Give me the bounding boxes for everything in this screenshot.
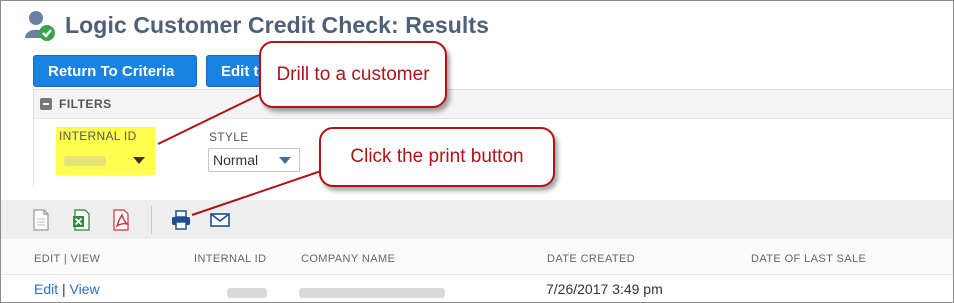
chevron-down-icon[interactable] xyxy=(279,157,291,164)
filters-body xyxy=(34,118,953,187)
results-table-header: EDIT | VIEW INTERNAL ID COMPANY NAME DAT… xyxy=(1,239,953,275)
view-link[interactable]: View xyxy=(70,281,100,297)
redacted-value xyxy=(64,156,106,166)
style-label: STYLE xyxy=(209,130,249,144)
chevron-down-icon[interactable] xyxy=(133,157,145,164)
email-icon[interactable] xyxy=(209,209,231,231)
toolbar-divider xyxy=(151,206,152,234)
pdf-icon[interactable] xyxy=(111,209,131,231)
page-header: Logic Customer Credit Check: Results xyxy=(23,9,489,41)
redacted-value xyxy=(227,288,267,298)
filters-panel: FILTERS xyxy=(33,89,953,187)
edit-view-cell: Edit | View xyxy=(34,281,100,297)
print-icon[interactable] xyxy=(170,209,192,231)
edit-link[interactable]: Edit xyxy=(34,281,58,297)
internal-id-select[interactable] xyxy=(60,149,150,173)
customer-check-icon xyxy=(23,8,57,42)
internal-id-cell xyxy=(227,285,267,301)
column-header-company-name[interactable]: COMPANY NAME xyxy=(301,253,395,265)
excel-icon[interactable] xyxy=(72,209,92,231)
filters-toggle[interactable]: FILTERS xyxy=(40,97,112,111)
collapse-icon[interactable] xyxy=(40,98,52,110)
internal-id-label: INTERNAL ID xyxy=(59,129,137,143)
company-name-cell[interactable] xyxy=(299,285,445,301)
page-title: Logic Customer Credit Check: Results xyxy=(65,11,490,38)
screenshot-frame: Logic Customer Credit Check: Results Ret… xyxy=(0,0,954,303)
column-header-edit-view[interactable]: EDIT | VIEW xyxy=(34,253,100,265)
edit-criteria-button[interactable]: Edit t xyxy=(206,55,292,87)
column-header-date-created[interactable]: DATE CREATED xyxy=(547,253,635,265)
edit-view-separator: | xyxy=(62,281,66,297)
table-row: Edit | View 7/26/2017 3:49 pm xyxy=(1,276,953,302)
column-header-internal-id[interactable]: INTERNAL ID xyxy=(194,253,266,265)
redacted-value xyxy=(299,288,445,298)
style-select[interactable]: Normal xyxy=(208,148,300,172)
document-icon[interactable] xyxy=(32,209,52,231)
column-header-date-of-last-sale[interactable]: DATE OF LAST SALE xyxy=(751,253,866,265)
results-toolbar xyxy=(1,200,953,239)
return-to-criteria-button[interactable]: Return To Criteria xyxy=(33,55,197,87)
filters-header: FILTERS xyxy=(59,97,112,111)
style-value: Normal xyxy=(213,152,259,168)
date-created-cell: 7/26/2017 3:49 pm xyxy=(546,281,663,297)
